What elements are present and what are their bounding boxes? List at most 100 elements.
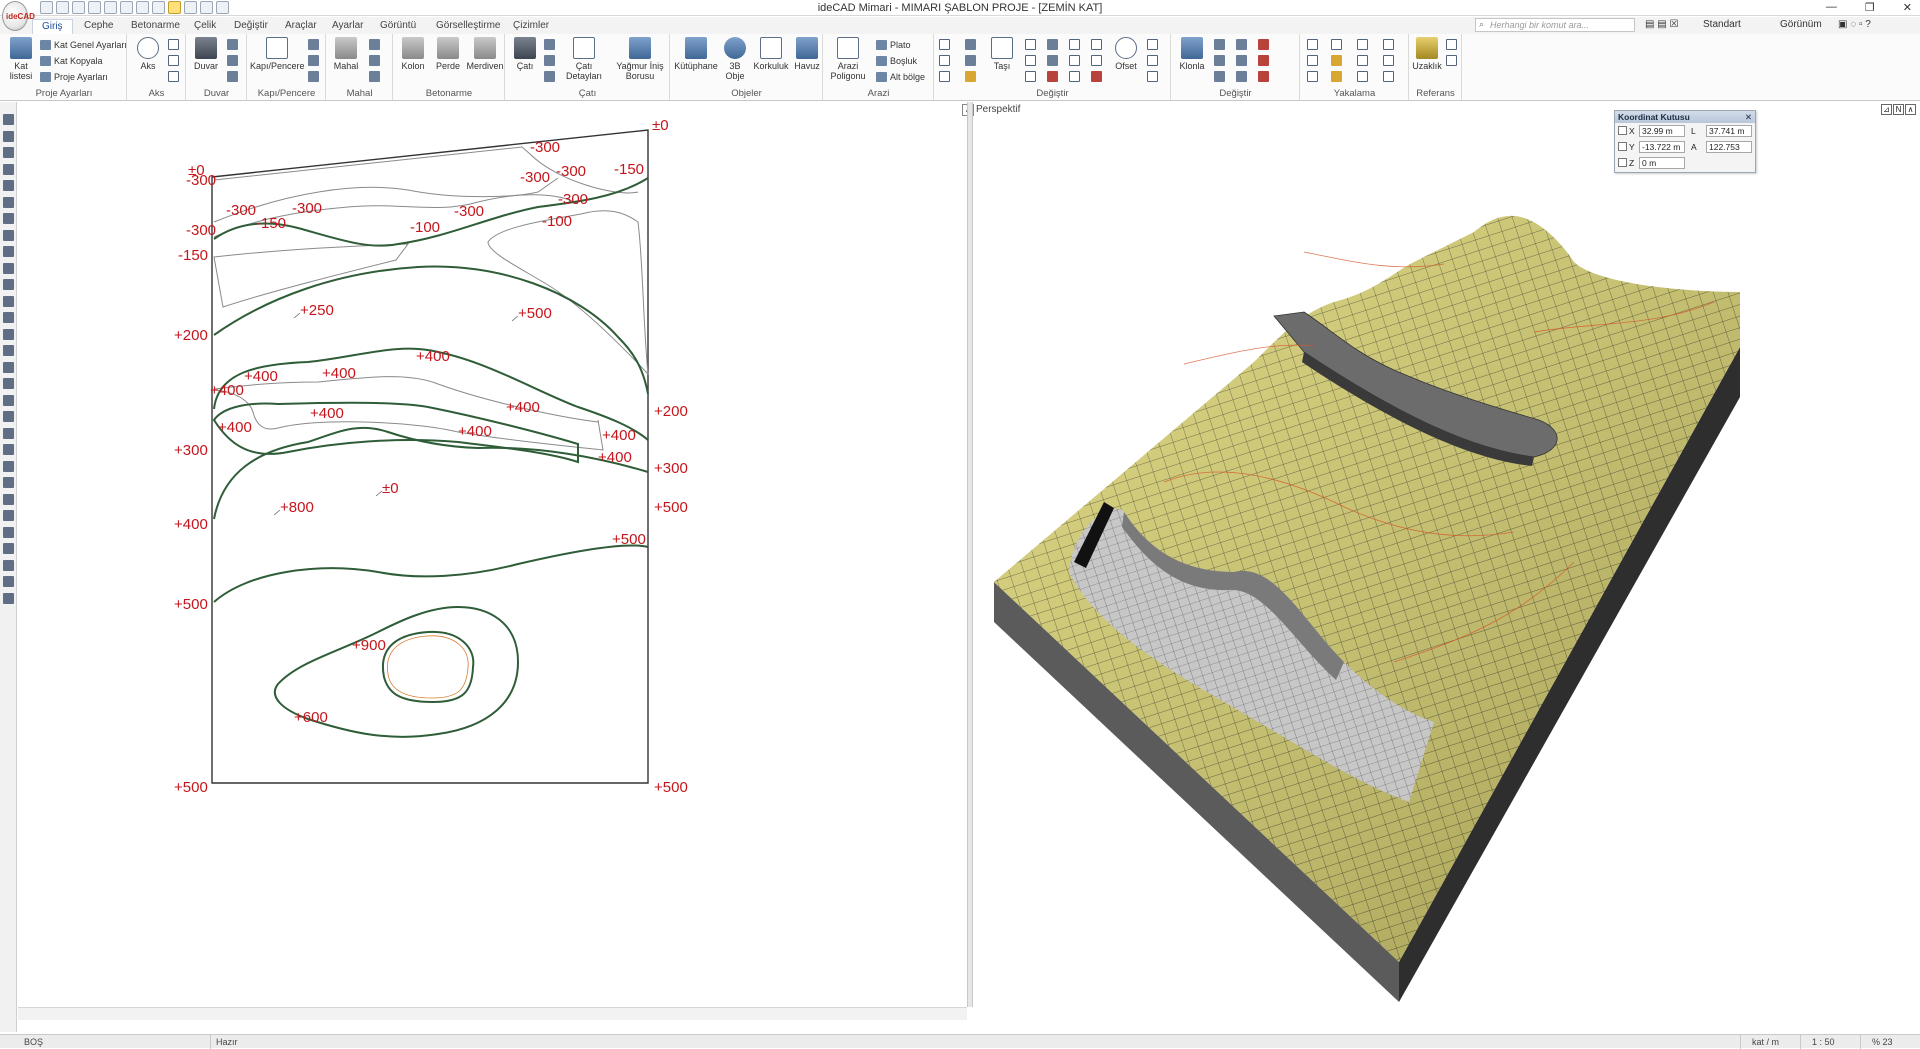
z-lock-checkbox[interactable]: [1618, 158, 1627, 167]
ungroup-icon[interactable]: [1214, 71, 1225, 82]
tool-icon[interactable]: [3, 543, 14, 554]
y-input[interactable]: -13.722 m: [1639, 141, 1685, 153]
eraser-icon[interactable]: [1258, 71, 1269, 82]
merdiven-button[interactable]: Merdiven: [466, 37, 504, 71]
tab-degistir[interactable]: Değiştir: [225, 19, 277, 34]
roof-edge-icon[interactable]: [544, 55, 555, 66]
open-file-icon[interactable]: [56, 1, 69, 14]
snap-toggle-icon[interactable]: [168, 1, 181, 14]
tool-icon[interactable]: [3, 493, 14, 505]
close-button[interactable]: ✕: [1903, 1, 1912, 14]
erase-icon[interactable]: [939, 55, 950, 66]
snap-parallel-icon[interactable]: [1383, 55, 1394, 66]
view-toggle-icon[interactable]: ⊿: [1881, 104, 1892, 115]
pen-icon[interactable]: [965, 55, 976, 66]
snap-tangent-icon[interactable]: [1357, 55, 1368, 66]
tool-icon[interactable]: [3, 213, 14, 224]
tool-icon[interactable]: [3, 279, 14, 290]
pick-icon[interactable]: [965, 39, 976, 50]
tool-icon[interactable]: [3, 130, 14, 142]
arazi-poligonu-button[interactable]: Arazi Poligonu: [826, 37, 870, 81]
alt-bolge-button[interactable]: Alt bölge: [876, 71, 925, 84]
tool-icon[interactable]: [3, 229, 14, 241]
text-icon[interactable]: [939, 39, 950, 50]
mahal-button[interactable]: Mahal: [331, 37, 361, 71]
x-lock-checkbox[interactable]: [1618, 126, 1627, 135]
plato-button[interactable]: Plato: [876, 39, 911, 52]
copy-icon[interactable]: [1025, 71, 1036, 82]
klonla-button[interactable]: Klonla: [1176, 37, 1208, 71]
roof-window-icon[interactable]: [544, 71, 555, 82]
korkuluk-button[interactable]: Korkuluk: [751, 37, 791, 71]
tool-icon[interactable]: [3, 328, 14, 340]
tool-icon[interactable]: [3, 180, 14, 191]
wall-curve-icon[interactable]: [227, 55, 238, 66]
qat-more-icon[interactable]: [216, 1, 229, 14]
room-tool-icon[interactable]: [369, 39, 380, 50]
tool-icon[interactable]: [3, 592, 14, 604]
room-list-icon[interactable]: [369, 71, 380, 82]
kat-genel-ayarlari-button[interactable]: Kat Genel Ayarları: [40, 39, 127, 52]
kapi-pencere-button[interactable]: Kapı/Pencere: [250, 37, 305, 71]
status-units[interactable]: kat / m: [1752, 1037, 1779, 1047]
trim-icon[interactable]: [1047, 39, 1058, 50]
pane-splitter[interactable]: [967, 102, 973, 1007]
divide-icon[interactable]: [1147, 71, 1158, 82]
tool-icon[interactable]: [3, 114, 14, 125]
tool-icon[interactable]: [3, 460, 14, 472]
help-icons[interactable]: ▣ ◌ ▫ ?: [1838, 19, 1871, 30]
tab-gorsellestirme[interactable]: Görselleştirme: [427, 19, 509, 34]
tab-goruntu[interactable]: Görüntü: [371, 19, 425, 34]
rotate-icon[interactable]: [1025, 39, 1036, 50]
tool-icon[interactable]: [3, 559, 14, 571]
join-icon[interactable]: [1147, 55, 1158, 66]
tool-icon[interactable]: [3, 295, 14, 307]
aks-button[interactable]: Aks: [134, 37, 162, 71]
plan-horizontal-scrollbar[interactable]: [18, 1007, 967, 1020]
tab-betonarme[interactable]: Betonarme: [122, 19, 189, 34]
tab-giris[interactable]: Giriş: [32, 19, 73, 34]
cursor-icon[interactable]: [200, 1, 213, 14]
snap-midpoint-icon[interactable]: [1307, 55, 1318, 66]
north-icon[interactable]: N: [1893, 104, 1904, 115]
tool-icon[interactable]: [3, 477, 14, 488]
tab-cephe[interactable]: Cephe: [75, 19, 122, 34]
axis-line-icon[interactable]: [168, 71, 179, 82]
roof-plane-icon[interactable]: [544, 39, 555, 50]
snap-grid-icon[interactable]: [1357, 39, 1368, 50]
tool-icon[interactable]: [3, 163, 14, 175]
cati-button[interactable]: Çatı: [510, 37, 540, 71]
tool-icon[interactable]: [3, 510, 14, 521]
x-input[interactable]: 32.99 m: [1639, 125, 1685, 137]
brush-icon[interactable]: [965, 71, 976, 82]
tasi-button[interactable]: Taşı: [987, 37, 1017, 71]
view-dropdown[interactable]: Görünüm: [1780, 19, 1822, 30]
delete-icon[interactable]: [1258, 55, 1269, 66]
z-input[interactable]: 0 m: [1639, 157, 1685, 169]
tool-icon[interactable]: [3, 312, 14, 323]
room-label-icon[interactable]: [369, 55, 380, 66]
3b-obje-button[interactable]: 3B Obje: [721, 37, 749, 81]
stretch-icon[interactable]: [1147, 39, 1158, 50]
properties-icon[interactable]: [1236, 55, 1247, 66]
snap-center-icon[interactable]: [1307, 71, 1318, 82]
group-icon[interactable]: [1214, 55, 1225, 66]
tool-icon[interactable]: [3, 262, 14, 274]
plan-view[interactable]: ∧ ±0 ±0 -300: [18, 102, 974, 1007]
tool-icon[interactable]: [3, 444, 14, 455]
uzaklik-button[interactable]: Uzaklık: [1412, 37, 1442, 71]
explode-icon[interactable]: [1091, 71, 1102, 82]
kat-kopyala-button[interactable]: Kat Kopyala: [40, 55, 103, 68]
pane-maximize-icon[interactable]: ∧: [1905, 104, 1916, 115]
kolon-button[interactable]: Kolon: [398, 37, 428, 71]
tab-cizimler[interactable]: Çizimler: [504, 19, 558, 34]
snap-endpoint-icon[interactable]: [1307, 39, 1318, 50]
extend-icon[interactable]: [1069, 39, 1080, 50]
coordinate-box[interactable]: Koordinat Kutusu ✕ X 32.99 m L 37.741 m …: [1614, 110, 1756, 173]
perspective-view[interactable]: Perspektif ⊿ N ∧: [974, 102, 1920, 1020]
tool-icon[interactable]: [3, 246, 14, 257]
snap-extension-icon[interactable]: [1383, 39, 1394, 50]
tool-icon[interactable]: [3, 196, 14, 208]
axis-rotate-icon[interactable]: [168, 55, 179, 66]
y-lock-checkbox[interactable]: [1618, 142, 1627, 151]
